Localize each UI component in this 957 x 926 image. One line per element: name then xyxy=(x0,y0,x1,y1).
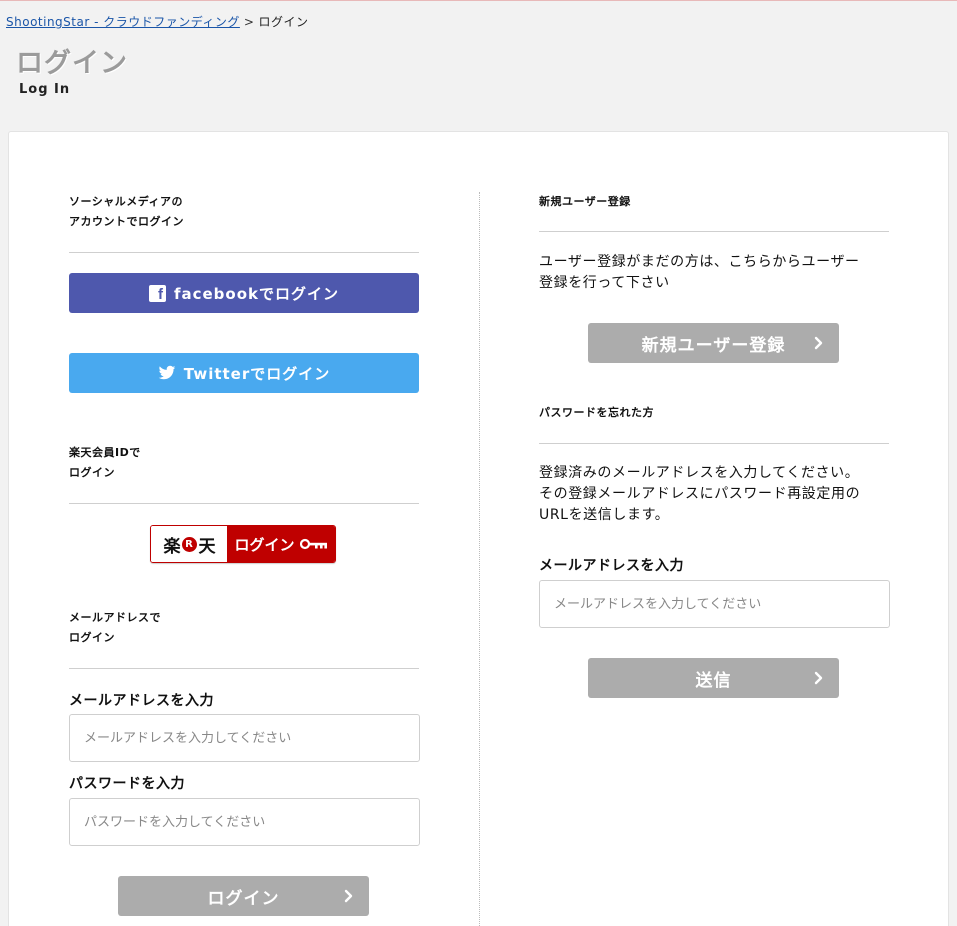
forgot-email-input[interactable] xyxy=(539,580,890,628)
chevron-right-icon xyxy=(814,671,823,685)
breadcrumb-current: ログイン xyxy=(258,15,309,29)
divider xyxy=(539,443,889,444)
forgot-submit-button[interactable]: 送信 xyxy=(588,658,839,698)
twitter-icon xyxy=(158,365,175,380)
divider xyxy=(69,252,419,253)
page-subtitle: Log In xyxy=(19,82,71,97)
register-button[interactable]: 新規ユーザー登録 xyxy=(588,323,839,363)
column-divider xyxy=(479,192,480,926)
rakuten-login-heading: 楽天会員IDで ログイン xyxy=(69,446,141,479)
login-submit-button[interactable]: ログイン xyxy=(118,876,369,916)
rakuten-logo-left: 楽 xyxy=(163,536,181,557)
login-email-label: メールアドレスを入力 xyxy=(69,693,214,709)
social-login-heading: ソーシャルメディアの アカウントでログイン xyxy=(69,195,184,228)
key-icon xyxy=(299,538,327,550)
forgot-submit-label: 送信 xyxy=(695,670,732,691)
rakuten-login-button[interactable]: 楽R天 ログイン xyxy=(150,525,336,563)
facebook-icon: f xyxy=(148,284,166,303)
rakuten-logo-right: 天 xyxy=(198,536,216,557)
breadcrumb: ShootingStar - クラウドファンディング > ログイン xyxy=(6,13,308,30)
login-password-input[interactable] xyxy=(69,798,420,846)
breadcrumb-separator: > xyxy=(243,15,255,29)
rakuten-login-action: ログイン xyxy=(227,526,335,562)
login-card: ソーシャルメディアの アカウントでログイン f facebookでログイン Tw… xyxy=(8,131,949,926)
facebook-login-label: facebookでログイン xyxy=(173,284,340,303)
register-description: ユーザー登録がまだの方は、こちらからユーザー 登録を行って下さい xyxy=(539,254,860,291)
forgot-password-heading: パスワードを忘れた方 xyxy=(539,406,654,419)
rakuten-logo-r: R xyxy=(181,536,197,552)
register-heading: 新規ユーザー登録 xyxy=(539,195,631,208)
login-submit-label: ログイン xyxy=(207,888,280,909)
facebook-login-button[interactable]: f facebookでログイン xyxy=(69,273,419,313)
twitter-login-button[interactable]: Twitterでログイン xyxy=(69,353,419,393)
rakuten-login-label: ログイン xyxy=(234,535,295,554)
divider xyxy=(69,668,419,669)
register-button-label: 新規ユーザー登録 xyxy=(641,335,786,356)
chevron-right-icon xyxy=(814,336,823,350)
page-title: ログイン xyxy=(16,48,128,79)
login-email-input[interactable] xyxy=(69,714,420,762)
breadcrumb-home-link[interactable]: ShootingStar - クラウドファンディング xyxy=(6,15,240,29)
divider xyxy=(539,231,889,232)
chevron-right-icon xyxy=(344,889,353,903)
forgot-email-label: メールアドレスを入力 xyxy=(539,558,684,574)
forgot-password-description: 登録済みのメールアドレスを入力してください。 その登録メールアドレスにパスワード… xyxy=(539,465,861,523)
email-login-heading: メールアドレスで ログイン xyxy=(69,611,161,644)
twitter-login-label: Twitterでログイン xyxy=(183,364,331,383)
divider xyxy=(69,503,419,504)
rakuten-logo: 楽R天 xyxy=(151,526,227,562)
login-password-label: パスワードを入力 xyxy=(69,776,185,792)
